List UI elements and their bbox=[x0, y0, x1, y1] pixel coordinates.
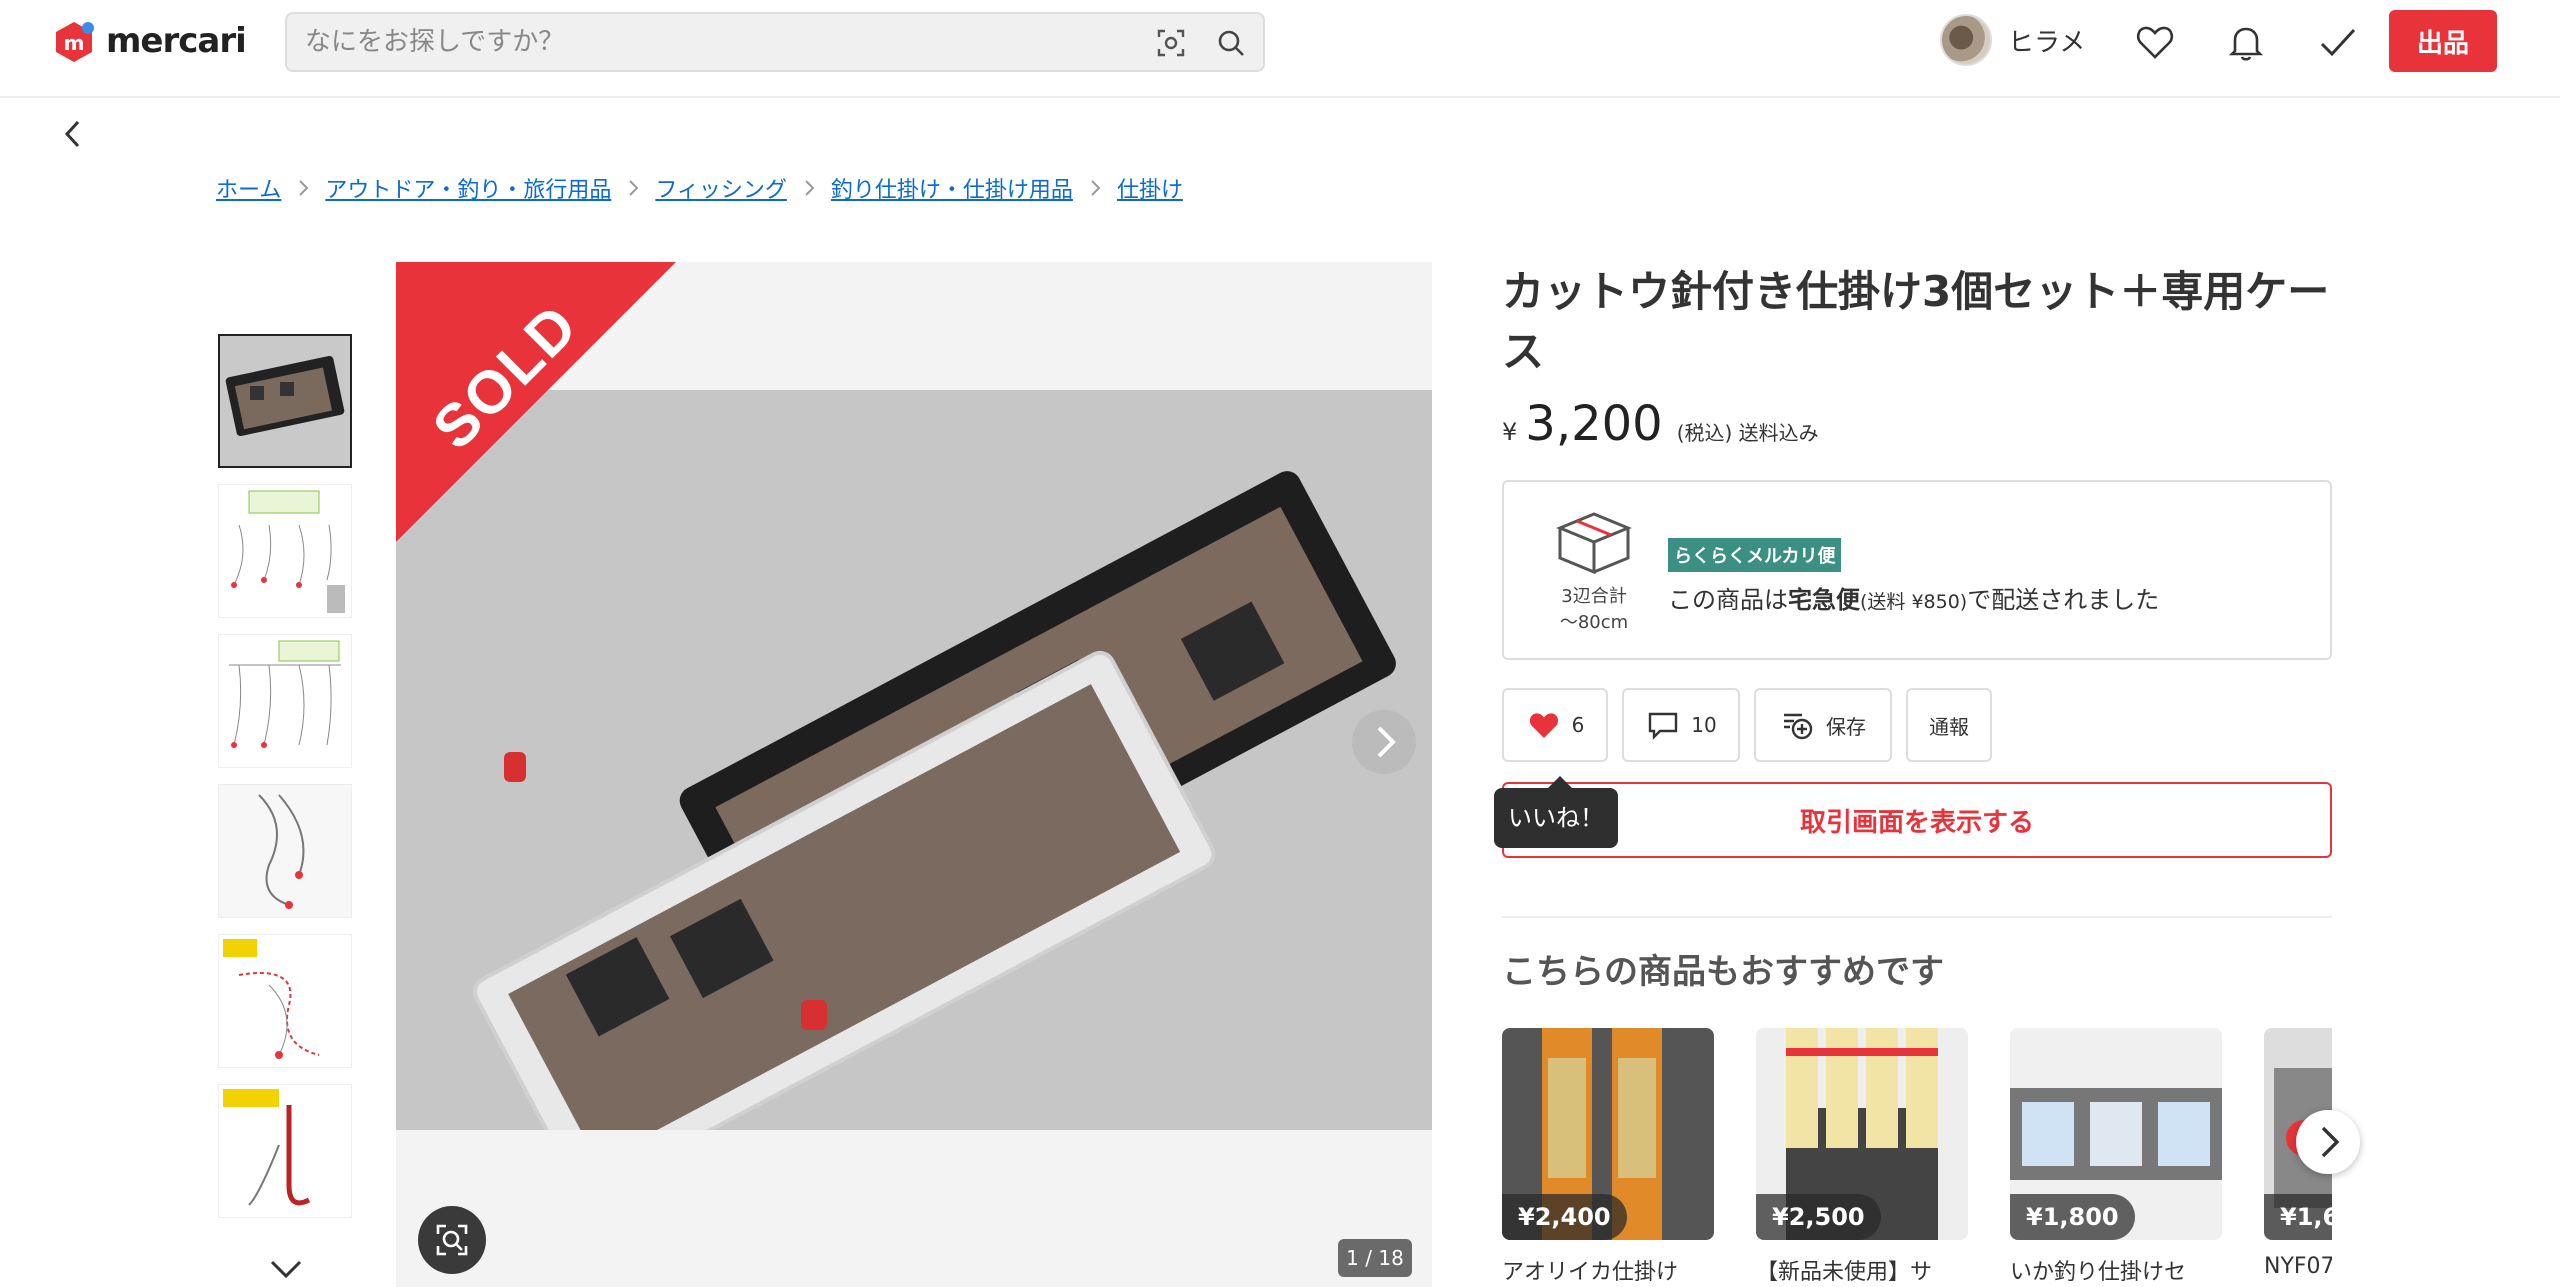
price-symbol: ¥ bbox=[1502, 418, 1518, 446]
box-size-line-2: 〜80cm bbox=[1559, 612, 1629, 633]
thumbnail-5[interactable] bbox=[218, 934, 352, 1068]
recommend-item[interactable]: ¥2,400 アオリイカ仕掛け bbox=[1502, 1028, 1714, 1286]
box-icon bbox=[1552, 508, 1636, 578]
breadcrumb-fishing[interactable]: フィッシング bbox=[655, 172, 787, 204]
action-bar: 6 10 保存 通報 bbox=[1502, 688, 2332, 762]
checkmark-icon[interactable] bbox=[2316, 20, 2360, 64]
price-row: ¥ 3,200 (税込) 送料込み bbox=[1502, 396, 2332, 452]
breadcrumb-rig[interactable]: 仕掛け bbox=[1117, 172, 1183, 204]
shipping-box: 3辺合計 〜80cm らくらくメルカリ便 この商品は宅急便(送料 ¥850)で配… bbox=[1502, 480, 2332, 660]
camera-search-icon[interactable] bbox=[1155, 27, 1187, 59]
price: 3,200 bbox=[1525, 396, 1663, 452]
report-button[interactable]: 通報 bbox=[1906, 688, 1992, 762]
zoom-button[interactable] bbox=[418, 1206, 486, 1274]
header: m mercari ヒラメ bbox=[0, 0, 2560, 98]
chevron-right-icon bbox=[1091, 180, 1101, 196]
chevron-right-icon bbox=[2321, 1126, 2340, 1158]
user-name[interactable]: ヒラメ bbox=[2008, 22, 2085, 59]
divider bbox=[1502, 916, 2332, 918]
box-size-line-1: 3辺合計 bbox=[1561, 586, 1627, 607]
breadcrumb-home[interactable]: ホーム bbox=[216, 172, 281, 204]
search-input[interactable] bbox=[305, 14, 1125, 70]
breadcrumb-outdoor[interactable]: アウトドア・釣り・旅行用品 bbox=[325, 172, 611, 204]
search-bar bbox=[285, 12, 1265, 72]
product-main-image[interactable]: SOLD 1 / 18 bbox=[396, 262, 1432, 1287]
like-button[interactable]: 6 bbox=[1502, 688, 1608, 762]
recommend-name: 【新品未使用】サ bbox=[1756, 1260, 1933, 1285]
recommend-name: アオリイカ仕掛け bbox=[1502, 1260, 1679, 1285]
save-button[interactable]: 保存 bbox=[1754, 688, 1892, 762]
chevron-right-icon bbox=[299, 180, 309, 196]
image-next-button[interactable] bbox=[1352, 710, 1416, 774]
bell-icon[interactable] bbox=[2224, 20, 2268, 64]
shipping-fee: (送料 ¥850) bbox=[1860, 591, 1968, 613]
view-transaction-button[interactable]: 取引画面を表示する bbox=[1502, 782, 2332, 858]
chevron-right-icon bbox=[805, 180, 815, 196]
svg-text:m: m bbox=[64, 31, 85, 55]
recommend-image: ¥2,500 bbox=[1756, 1028, 1968, 1240]
heart-filled-icon bbox=[1529, 713, 1558, 738]
box-size-label: 3辺合計 〜80cm bbox=[1528, 584, 1660, 636]
save-label: 保存 bbox=[1826, 714, 1866, 739]
thumbnail-2[interactable] bbox=[218, 484, 352, 618]
chevron-right-icon bbox=[629, 180, 639, 196]
heart-icon[interactable] bbox=[2133, 20, 2177, 64]
breadcrumb: ホーム アウトドア・釣り・旅行用品 フィッシング 釣り仕掛け・仕掛け用品 仕掛け bbox=[216, 172, 1183, 204]
recommend-image: ¥1,800 bbox=[2010, 1028, 2222, 1240]
shipping-suffix: で配送されました bbox=[1967, 586, 2160, 614]
thumbnail-list bbox=[218, 334, 354, 1234]
product-info: カットウ針付き仕掛け3個セット＋専用ケース ¥ 3,200 (税込) 送料込み … bbox=[1502, 262, 2332, 762]
shipping-badge: らくらくメルカリ便 bbox=[1668, 538, 1842, 572]
avatar[interactable] bbox=[1940, 14, 1992, 66]
recommend-item[interactable]: ¥2,500 【新品未使用】サ bbox=[1756, 1028, 1968, 1286]
page-title: カットウ針付き仕掛け3個セット＋専用ケース bbox=[1502, 267, 2330, 376]
user-menu[interactable]: ヒラメ bbox=[1940, 14, 2085, 66]
chevron-down-icon[interactable] bbox=[266, 1256, 306, 1282]
comment-icon bbox=[1649, 712, 1678, 740]
logo-text: mercari bbox=[106, 21, 247, 61]
save-list-icon bbox=[1784, 713, 1813, 740]
thumbnail-3[interactable] bbox=[218, 634, 352, 768]
tax-note: (税込) 送料込み bbox=[1676, 421, 1819, 445]
mercari-logo-icon: m bbox=[50, 18, 96, 64]
thumbnail-1[interactable] bbox=[218, 334, 352, 468]
breadcrumb-tackle[interactable]: 釣り仕掛け・仕掛け用品 bbox=[831, 172, 1073, 204]
mercari-logo[interactable]: m mercari bbox=[50, 18, 247, 64]
recommend-item[interactable]: ¥1,800 いか釣り仕掛けセ bbox=[2010, 1028, 2222, 1286]
recommend-name: NYF07 bbox=[2264, 1254, 2332, 1279]
like-count: 6 bbox=[1571, 713, 1585, 737]
shipping-text: この商品は宅急便(送料 ¥850)で配送されました bbox=[1668, 580, 2159, 615]
search-icon[interactable] bbox=[1215, 27, 1247, 59]
shipping-prefix: この商品は bbox=[1668, 586, 1788, 614]
recommend-image: ¥2,400 bbox=[1502, 1028, 1714, 1240]
recommend-price: ¥1,800 bbox=[2010, 1194, 2135, 1240]
sell-button[interactable]: 出品 bbox=[2389, 10, 2497, 72]
recommend-price: ¥1,60 bbox=[2264, 1194, 2332, 1240]
recommend-price: ¥2,400 bbox=[1502, 1194, 1627, 1240]
comment-button[interactable]: 10 bbox=[1622, 688, 1740, 762]
like-tooltip: いいね！ bbox=[1494, 776, 1618, 848]
recommend-next-button[interactable] bbox=[2296, 1110, 2360, 1174]
back-icon[interactable] bbox=[58, 116, 88, 152]
recommend-price: ¥2,500 bbox=[1756, 1194, 1881, 1240]
comment-count: 10 bbox=[1691, 713, 1717, 737]
recommend-list: ¥2,400 アオリイカ仕掛け ¥2,500 【新品未使用】サ ¥1,800 い… bbox=[1502, 1028, 2332, 1287]
recommend-name: いか釣り仕掛けセ bbox=[2010, 1260, 2187, 1285]
thumbnail-6[interactable] bbox=[218, 1084, 352, 1218]
image-counter: 1 / 18 bbox=[1338, 1239, 1412, 1277]
zoom-icon bbox=[436, 1224, 468, 1256]
report-label: 通報 bbox=[1929, 714, 1969, 739]
recommend-title: こちらの商品もおすすめです bbox=[1502, 952, 1944, 992]
thumbnail-4[interactable] bbox=[218, 784, 352, 918]
shipping-method: 宅急便 bbox=[1788, 586, 1860, 614]
